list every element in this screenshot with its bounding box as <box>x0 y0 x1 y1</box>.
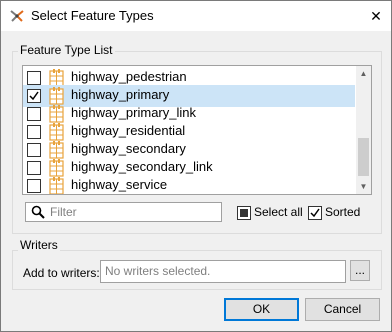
list-item-label: highway_secondary <box>71 141 186 156</box>
feature-type-checkbox[interactable] <box>27 161 41 175</box>
list-item-label: highway_primary <box>71 87 170 102</box>
partial-check-mark <box>240 209 248 217</box>
list-item-label: highway_secondary_link <box>71 159 213 174</box>
check-mark-icon <box>29 91 39 101</box>
filter-box[interactable] <box>25 202 222 222</box>
select-feature-types-dialog: Select Feature Types ✕ Feature Type List… <box>0 0 392 332</box>
feature-type-checkbox[interactable] <box>27 89 41 103</box>
feature-type-checkbox[interactable] <box>27 71 41 85</box>
title-bar: Select Feature Types ✕ <box>1 1 391 31</box>
filter-input[interactable] <box>50 204 215 219</box>
ok-button[interactable]: OK <box>224 298 299 321</box>
list-item-label: highway_residential <box>71 123 186 138</box>
browse-writers-button[interactable]: ... <box>350 260 370 281</box>
add-to-writers-label: Add to writers: <box>23 266 100 280</box>
feature-type-checkbox[interactable] <box>27 125 41 139</box>
window-title: Select Feature Types <box>31 8 154 23</box>
list-item-label: highway_primary_link <box>71 105 196 120</box>
writers-input[interactable] <box>105 263 339 279</box>
feature-type-list-label: Feature Type List <box>18 43 115 57</box>
feature-type-checkbox[interactable] <box>27 107 41 121</box>
feature-type-checkbox[interactable] <box>27 143 41 157</box>
writers-field[interactable] <box>100 260 346 283</box>
select-all-label: Select all <box>254 205 303 219</box>
feature-type-icon <box>49 177 64 194</box>
writers-group-label: Writers <box>18 238 60 252</box>
feature-type-list[interactable]: highway_pedestrian highway_primaryhighway… <box>22 65 372 195</box>
feature-type-checkbox[interactable] <box>27 179 41 193</box>
select-all-checkbox[interactable] <box>237 206 251 220</box>
list-item-label: highway_pedestrian <box>71 69 187 84</box>
cancel-button[interactable]: Cancel <box>305 298 380 321</box>
check-mark-icon <box>310 208 320 218</box>
list-scrollbar[interactable]: ▲ ▼ <box>356 66 371 194</box>
sorted-checkbox[interactable] <box>308 206 322 220</box>
scroll-up-button[interactable]: ▲ <box>356 66 371 81</box>
scroll-down-button[interactable]: ▼ <box>356 179 371 194</box>
close-button[interactable]: ✕ <box>361 1 391 31</box>
search-icon <box>31 205 45 219</box>
sorted-label: Sorted <box>325 205 361 219</box>
list-item-label: highway_service <box>71 177 168 192</box>
scroll-thumb[interactable] <box>358 138 369 176</box>
list-item[interactable]: highway_service <box>23 175 355 194</box>
fme-app-icon <box>10 10 24 22</box>
